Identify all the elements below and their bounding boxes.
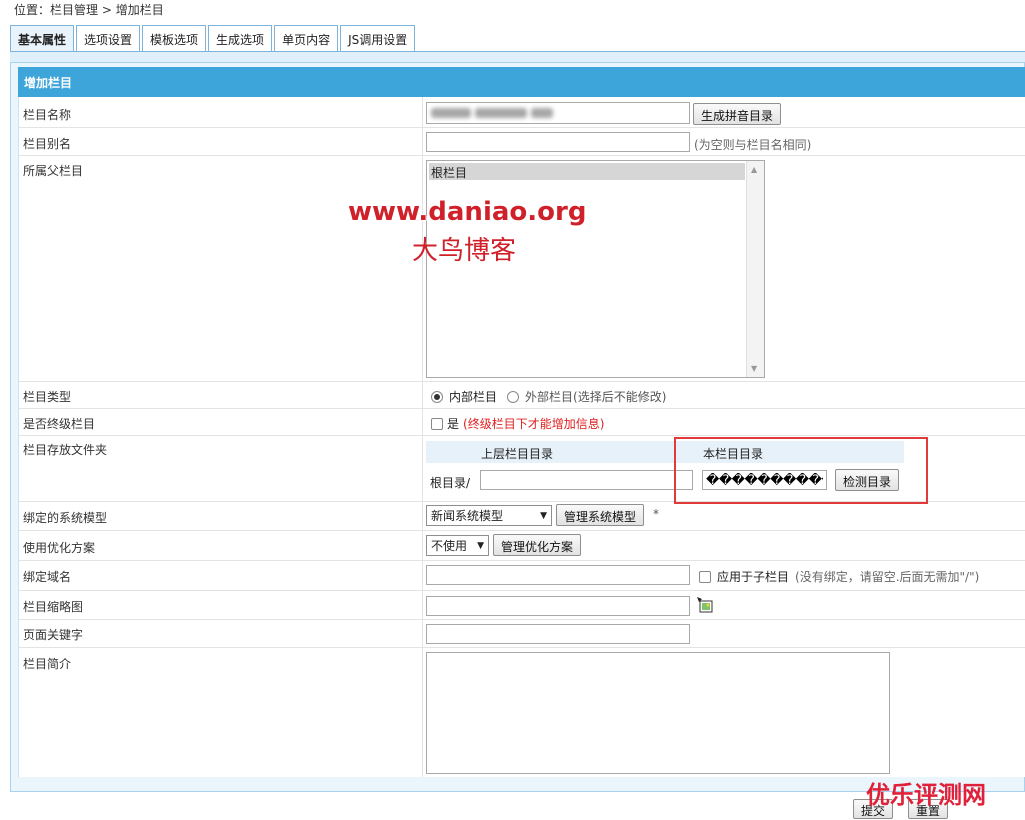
manage-optimize-button[interactable]: 管理优化方案 [493,534,582,556]
radio-internal-label: 内部栏目 [449,390,498,404]
final-checkbox[interactable] [431,417,443,430]
tab-basic[interactable]: 基本属性 [10,25,75,52]
folder-col-parent: 上层栏目目录 [481,447,554,461]
radio-external-label: 外部栏目(选择后不能修改) [525,390,667,404]
watermark-corner: 优乐评测网 [866,781,986,809]
parent-category-listbox[interactable]: 根栏目 ▲ ▼ [426,160,765,378]
domain-checkbox-group: 应用于子栏目 (没有绑定，请留空.后面无需加"/") [699,568,979,585]
domain-input[interactable] [426,565,690,585]
optimize-select-value: 不使用 [431,539,468,553]
label-thumb: 栏目缩略图 [23,600,84,614]
label-keywords: 页面关键字 [23,628,84,642]
label-optimize: 使用优化方案 [23,541,96,555]
label-model: 绑定的系统模型 [23,511,108,525]
apply-subcategory-label: 应用于子栏目 [717,570,790,584]
form-header: 增加栏目 [18,67,1025,97]
intro-textarea[interactable] [426,652,890,774]
radio-external[interactable] [507,390,520,403]
breadcrumb-link-category-manage[interactable]: 栏目管理 [50,3,98,17]
model-select[interactable]: 新闻系统模型 ▼ [426,505,552,526]
label-folder: 栏目存放文件夹 [23,443,108,457]
chevron-down-icon: ▼ [477,540,484,551]
label-parent: 所属父栏目 [23,164,84,178]
parent-option-root[interactable]: 根栏目 [429,163,745,180]
folder-root-label: 根目录/ [430,476,471,490]
generate-pinyin-button[interactable]: 生成拼音目录 [693,103,782,125]
alias-hint: (为空则与栏目名相同) [694,138,812,152]
final-checkbox-group: 是 (终级栏目下才能增加信息) [431,415,604,432]
breadcrumb-separator: > [98,3,116,17]
listbox-scrollbar[interactable]: ▲ ▼ [746,161,764,377]
breadcrumb-current: 增加栏目 [115,3,164,17]
model-select-value: 新闻系统模型 [431,509,504,523]
highlight-box [674,437,928,504]
select-image-icon[interactable] [697,597,713,613]
label-name: 栏目名称 [23,108,72,122]
tab-templates[interactable]: 模板选项 [142,25,207,52]
label-domain: 绑定域名 [23,570,72,584]
tab-single-page[interactable]: 单页内容 [274,25,339,52]
breadcrumb: 位置：栏目管理 > 增加栏目 [14,1,164,18]
tab-bar: 基本属性 选项设置 模板选项 生成选项 单页内容 JS调用设置 [10,25,417,52]
apply-subcategory-checkbox[interactable] [699,570,711,583]
keywords-input[interactable] [426,624,690,644]
required-star: * [653,507,659,521]
radio-internal[interactable] [431,390,443,403]
name-input[interactable] [426,102,690,124]
scroll-up-icon[interactable]: ▲ [751,165,757,174]
chevron-down-icon: ▼ [540,510,547,521]
type-radio-group: 内部栏目 外部栏目(选择后不能修改) [431,388,666,405]
label-intro: 栏目简介 [23,657,72,671]
label-alias: 栏目别名 [23,137,72,151]
tab-options[interactable]: 选项设置 [76,25,141,52]
manage-model-button[interactable]: 管理系统模型 [556,504,645,526]
tab-js-settings[interactable]: JS调用设置 [340,25,416,52]
scroll-down-icon[interactable]: ▼ [751,364,757,373]
optimize-select[interactable]: 不使用 ▼ [426,535,489,556]
thumbnail-input[interactable] [426,596,690,616]
breadcrumb-prefix: 位置： [14,3,51,17]
final-hint: (终级栏目下才能增加信息) [463,417,605,431]
label-final: 是否终级栏目 [23,417,96,431]
label-type: 栏目类型 [23,390,72,404]
tab-generate[interactable]: 生成选项 [208,25,273,52]
final-checkbox-label: 是 [447,417,460,431]
watermark-site: www.daniao.org [348,197,587,227]
domain-hint: (没有绑定，请留空.后面无需加"/") [795,570,980,584]
alias-input[interactable] [426,132,690,152]
watermark-blog: 大鸟博客 [412,236,517,266]
parent-dir-input[interactable] [480,470,693,490]
